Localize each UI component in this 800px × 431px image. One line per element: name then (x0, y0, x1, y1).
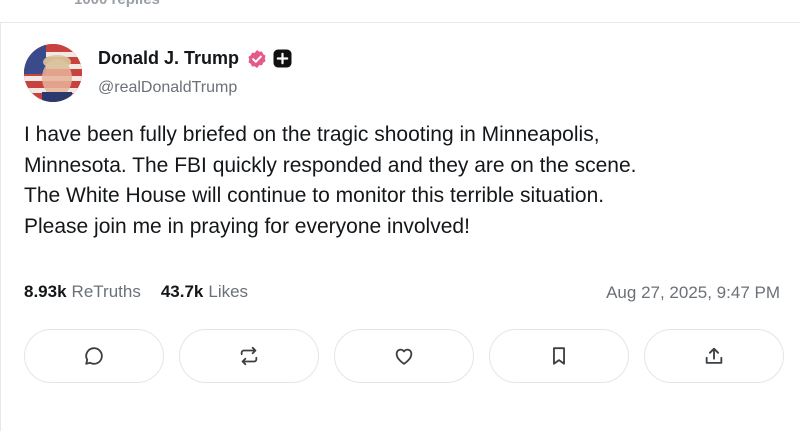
retruth-button[interactable] (179, 329, 319, 383)
post-timestamp[interactable]: Aug 27, 2025, 9:47 PM (606, 283, 780, 303)
plus-badge-icon (273, 49, 292, 68)
avatar[interactable] (24, 44, 82, 102)
reply-button[interactable] (24, 329, 164, 383)
action-bar (24, 329, 784, 385)
card-divider (0, 22, 800, 23)
like-button[interactable] (334, 329, 474, 383)
verified-badge-icon (248, 49, 266, 68)
previous-post-footer: 1000 replies (0, 0, 800, 18)
retruths-label[interactable]: ReTruths (72, 282, 141, 302)
heart-icon (395, 348, 413, 365)
reply-icon (85, 347, 103, 365)
retruths-count[interactable]: 8.93k (24, 282, 67, 302)
author-name-row: Donald J. Trump (98, 48, 292, 69)
post-text: I have been fully briefed on the tragic … (24, 123, 637, 238)
likes-count[interactable]: 43.7k (161, 282, 204, 302)
bookmark-icon (553, 347, 565, 365)
post-stats: 8.93k ReTruths 43.7k Likes (24, 282, 268, 302)
likes-label[interactable]: Likes (208, 282, 248, 302)
share-icon (705, 347, 723, 364)
previous-replies-count[interactable]: 1000 replies (74, 0, 160, 8)
retruth-icon (240, 346, 258, 366)
avatar-image (24, 44, 82, 102)
author-handle[interactable]: @realDonaldTrump (98, 79, 237, 97)
card-left-border (0, 22, 1, 431)
author-display-name[interactable]: Donald J. Trump (98, 48, 239, 69)
bookmark-button[interactable] (489, 329, 629, 383)
share-button[interactable] (644, 329, 784, 383)
